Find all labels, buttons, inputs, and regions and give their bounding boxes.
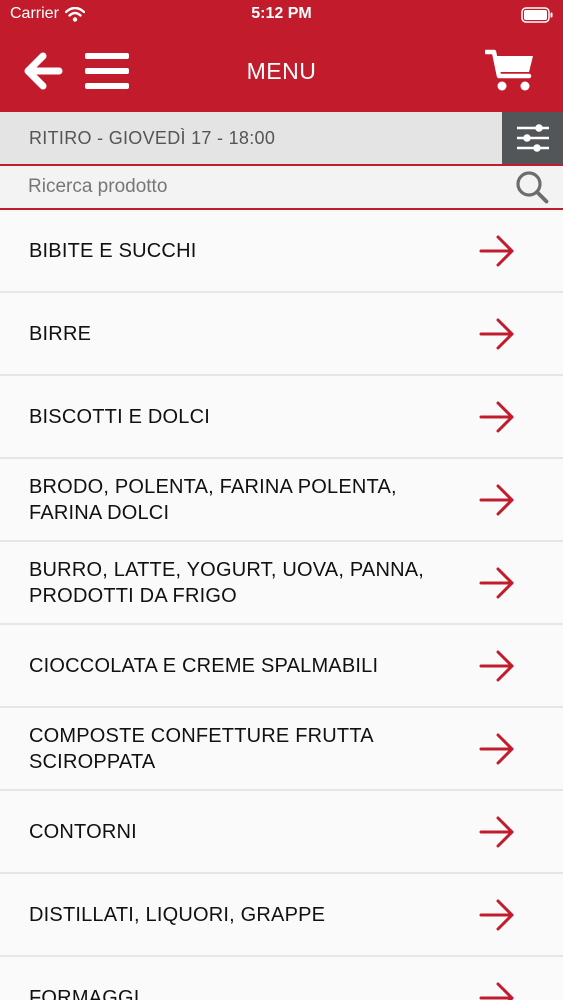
- category-label: BISCOTTI E DOLCI: [29, 405, 211, 428]
- battery-icon: [521, 7, 553, 23]
- sliders-icon: [516, 124, 549, 152]
- arrow-right-icon: [479, 650, 514, 681]
- search-bar: [0, 166, 563, 210]
- category-label: BRODO, POLENTA, FARINA POLENTA, FARINA D…: [29, 475, 397, 524]
- cart-icon: [485, 49, 533, 91]
- status-time: 5:12 PM: [251, 5, 312, 22]
- category-list: BIBITE E SUCCHI BIRRE BISCOTTI E DOLCI BROD…: [0, 210, 563, 1000]
- arrow-right-icon: [479, 982, 514, 1000]
- category-label: CIOCCOLATA E CREME SPALMABILI: [29, 654, 379, 677]
- arrow-right-icon: [479, 567, 514, 598]
- arrow-right-icon: [479, 318, 514, 349]
- search-icon[interactable]: [515, 170, 549, 204]
- category-label: COMPOSTE CONFETTURE FRUTTA SCIROPPATA: [29, 724, 373, 773]
- category-item[interactable]: COMPOSTE CONFETTURE FRUTTA SCIROPPATA: [0, 708, 563, 791]
- category-item[interactable]: BRODO, POLENTA, FARINA POLENTA, FARINA D…: [0, 459, 563, 542]
- arrow-right-icon: [479, 235, 514, 266]
- status-bar: Carrier 5:12 PM: [0, 0, 563, 30]
- category-label: CONTORNI: [29, 820, 137, 843]
- category-item[interactable]: FORMAGGI: [0, 957, 563, 1000]
- header: Carrier 5:12 PM MENU: [0, 0, 563, 112]
- category-item[interactable]: BISCOTTI E DOLCI: [0, 376, 563, 459]
- arrow-right-icon: [479, 401, 514, 432]
- hamburger-menu-button[interactable]: [82, 30, 132, 112]
- category-item[interactable]: BIBITE E SUCCHI: [0, 210, 563, 293]
- category-item[interactable]: BIRRE: [0, 293, 563, 376]
- back-button[interactable]: [18, 30, 68, 112]
- category-label: BIBITE E SUCCHI: [29, 239, 197, 262]
- category-label: BIRRE: [29, 322, 92, 345]
- filter-button[interactable]: [502, 112, 563, 164]
- arrow-right-icon: [479, 484, 514, 515]
- category-item[interactable]: CONTORNI: [0, 791, 563, 874]
- search-input[interactable]: [28, 166, 498, 208]
- arrow-right-icon: [479, 816, 514, 847]
- navigation-bar: MENU: [0, 30, 563, 112]
- arrow-left-icon: [24, 52, 63, 90]
- hamburger-icon: [85, 53, 129, 89]
- category-item[interactable]: CIOCCOLATA E CREME SPALMABILI: [0, 625, 563, 708]
- category-item[interactable]: BURRO, LATTE, YOGURT, UOVA, PANNA, PRODO…: [0, 542, 563, 625]
- arrow-right-icon: [479, 899, 514, 930]
- category-label: BURRO, LATTE, YOGURT, UOVA, PANNA, PRODO…: [29, 558, 425, 607]
- pickup-bar: RITIRO - GIOVEDÌ 17 - 18:00: [0, 112, 563, 166]
- cart-button[interactable]: [483, 30, 537, 112]
- arrow-right-icon: [479, 733, 514, 764]
- category-label: DISTILLATI, LIQUORI, GRAPPE: [29, 903, 326, 926]
- category-label: FORMAGGI: [29, 986, 140, 1000]
- category-item[interactable]: DISTILLATI, LIQUORI, GRAPPE: [0, 874, 563, 957]
- pickup-info: RITIRO - GIOVEDÌ 17 - 18:00: [29, 128, 276, 148]
